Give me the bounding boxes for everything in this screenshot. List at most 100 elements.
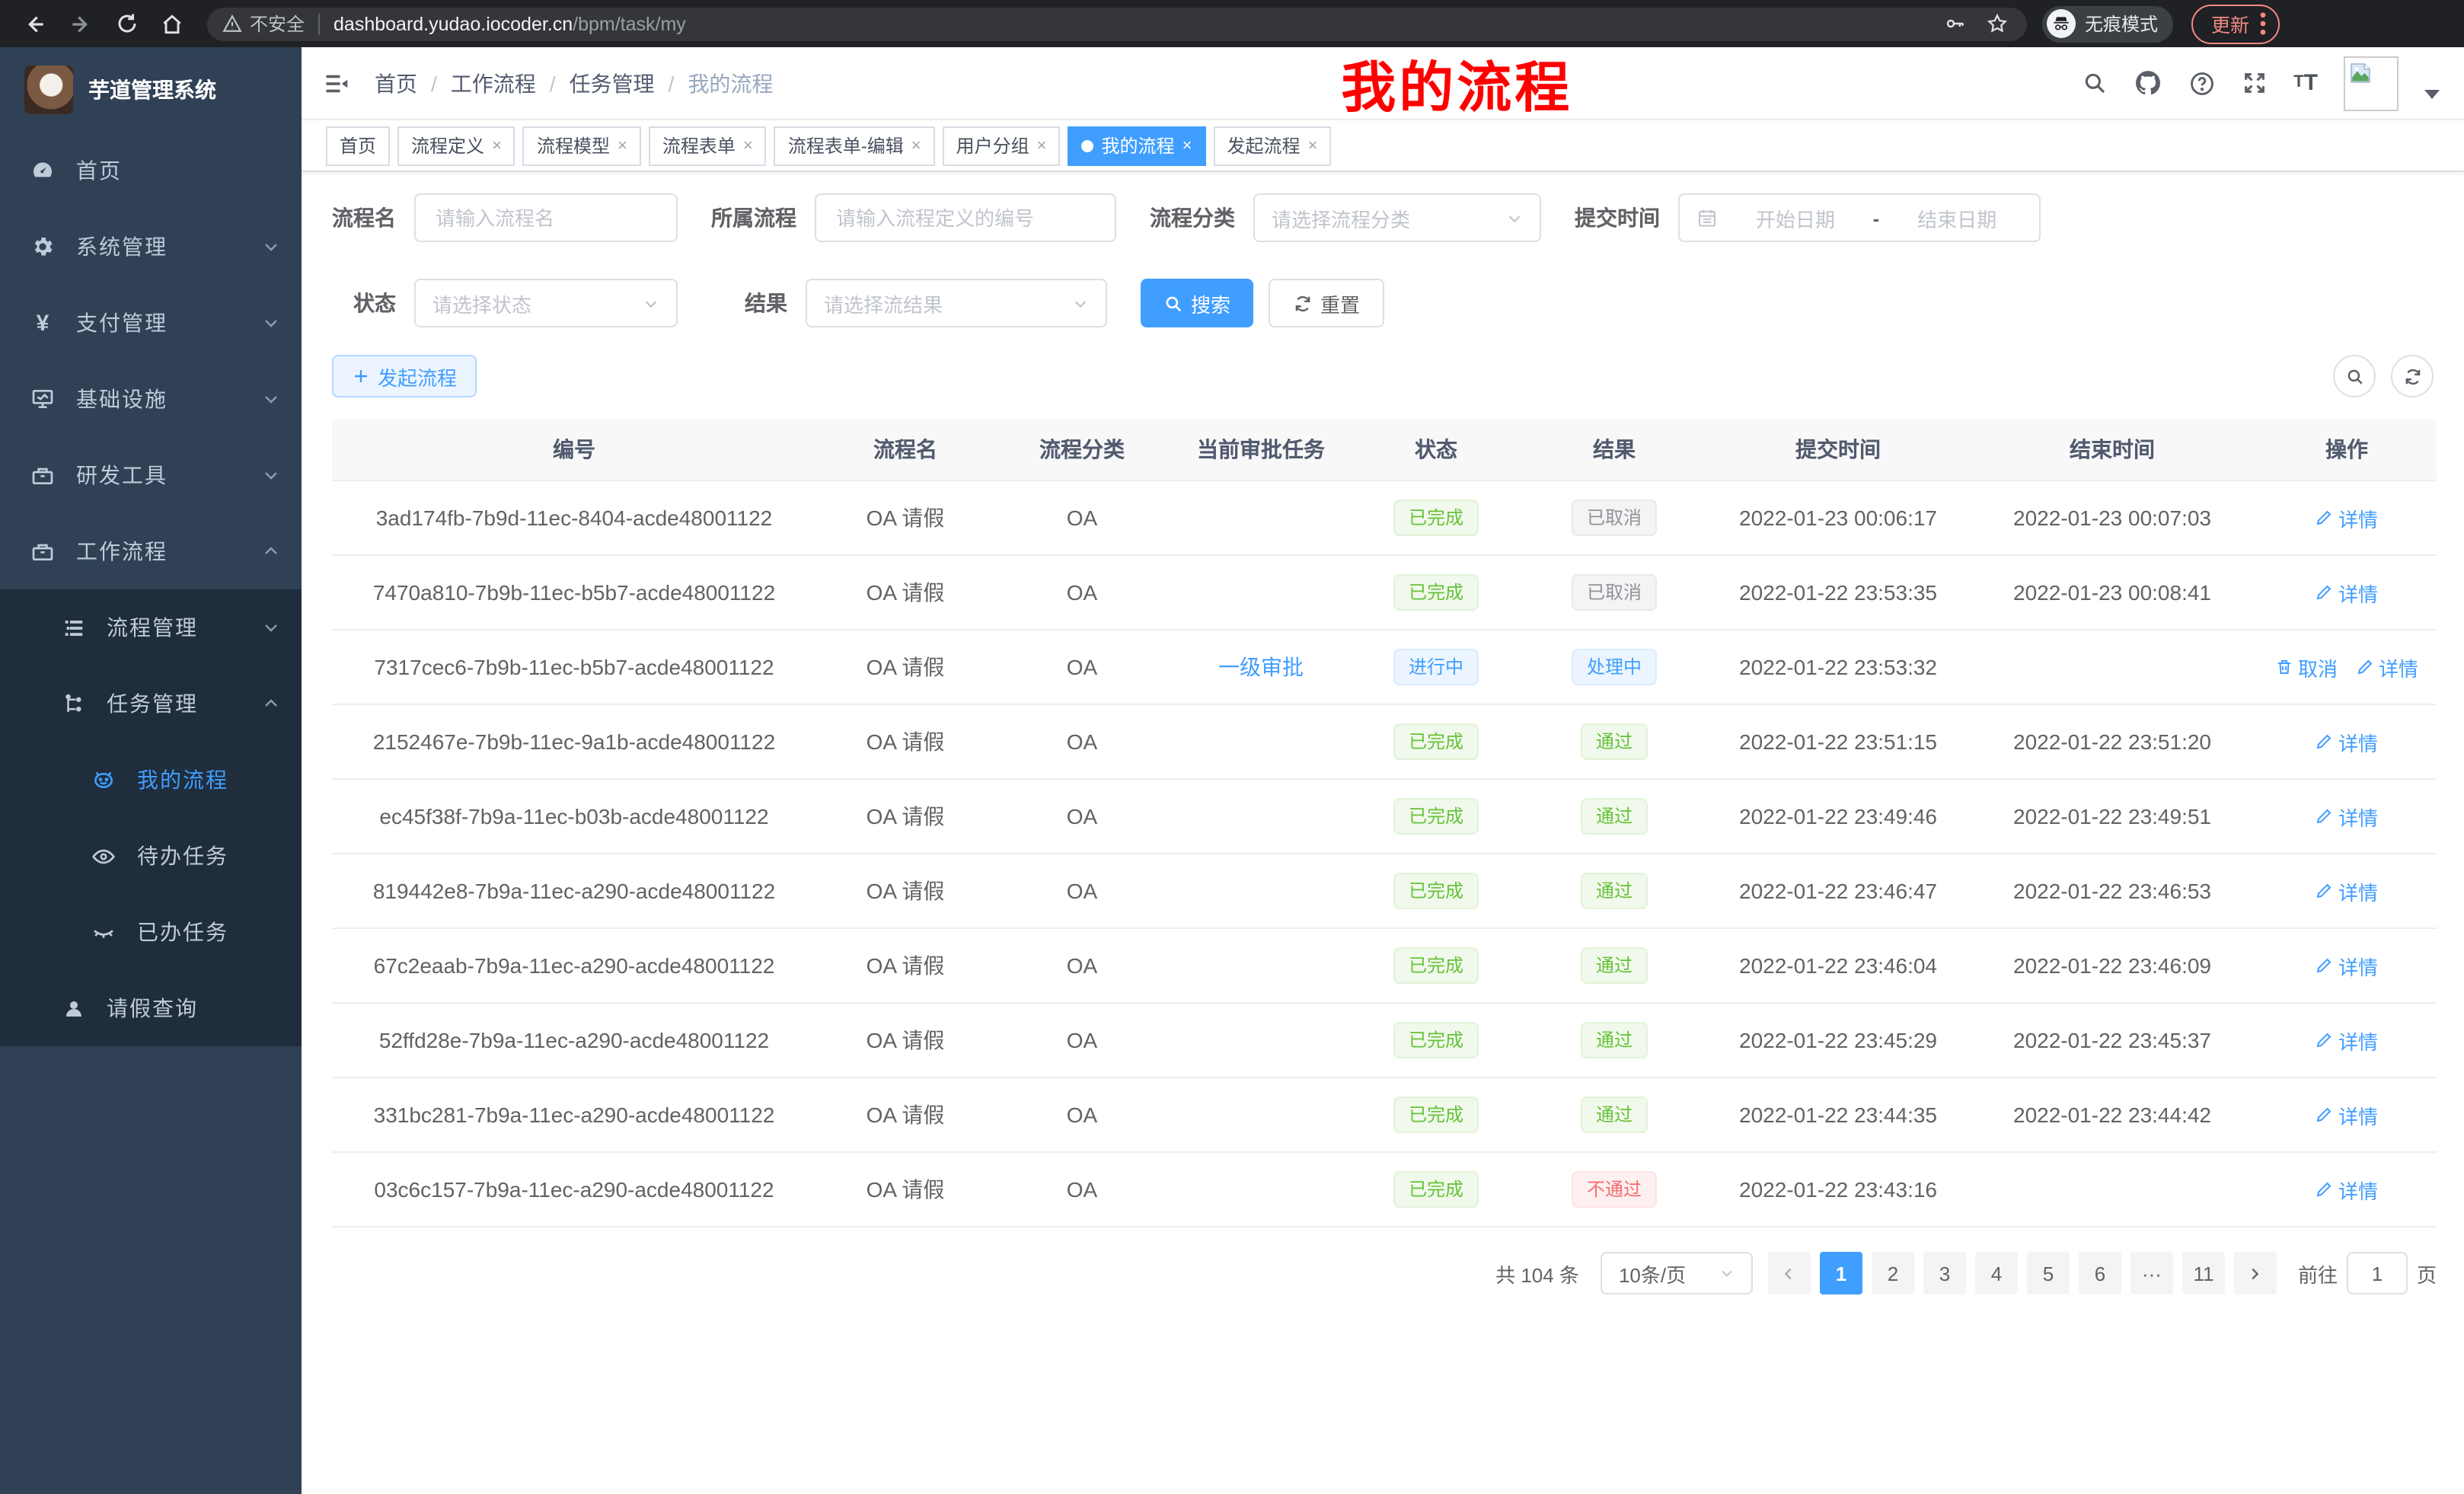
- close-icon[interactable]: ×: [492, 127, 502, 164]
- gear-icon: [30, 235, 55, 259]
- page-button-6[interactable]: 6: [2079, 1252, 2121, 1294]
- sidebar-item-devtools[interactable]: 研发工具: [0, 437, 302, 513]
- bookmark-star-icon[interactable]: [1981, 8, 2012, 39]
- url-bar[interactable]: 不安全 dashboard.yudao.iocoder.cn /bpm/task…: [207, 7, 2027, 40]
- sidebar-item-payment[interactable]: ¥ 支付管理: [0, 285, 302, 361]
- tab-process-form-edit[interactable]: 流程表单-编辑×: [774, 126, 935, 165]
- cell-id: 7470a810-7b9b-11ec-b5b7-acde48001122: [332, 555, 816, 630]
- close-icon[interactable]: ×: [1183, 127, 1192, 164]
- status-badge: 已完成: [1393, 500, 1479, 536]
- home-icon[interactable]: [152, 4, 192, 43]
- detail-link[interactable]: 详情: [2356, 653, 2418, 682]
- search-button[interactable]: 搜索: [1141, 279, 1253, 327]
- detail-link[interactable]: 详情: [2316, 578, 2378, 607]
- tab-start-process[interactable]: 发起流程×: [1213, 126, 1331, 165]
- app-logo-row[interactable]: 芋道管理系统: [0, 47, 302, 132]
- prev-page-button[interactable]: [1768, 1252, 1811, 1294]
- cell-id: 03c6c157-7b9a-11ec-a290-acde48001122: [332, 1152, 816, 1227]
- tab-process-definition[interactable]: 流程定义×: [397, 126, 515, 165]
- font-size-icon[interactable]: TT: [2293, 72, 2318, 94]
- close-icon[interactable]: ×: [618, 127, 627, 164]
- col-id: 编号: [332, 419, 816, 480]
- sidebar-item-workflow[interactable]: 工作流程: [0, 513, 302, 589]
- page-button-5[interactable]: 5: [2027, 1252, 2070, 1294]
- end-date-placeholder: 结束日期: [1891, 203, 2022, 232]
- sidebar-item-my-process[interactable]: 我的流程: [0, 742, 302, 818]
- table-search-button[interactable]: [2333, 355, 2376, 397]
- result-badge: 通过: [1581, 798, 1648, 835]
- submit-time-range[interactable]: 开始日期 - 结束日期: [1678, 193, 2041, 242]
- category-select[interactable]: 请选择流程分类: [1253, 193, 1541, 242]
- page-button-3[interactable]: 3: [1923, 1252, 1966, 1294]
- github-icon[interactable]: [2134, 69, 2162, 97]
- edit-icon: [2356, 658, 2374, 676]
- page-button-11[interactable]: 11: [2182, 1252, 2225, 1294]
- result-select[interactable]: 请选择流结果: [806, 279, 1107, 327]
- tab-process-model[interactable]: 流程模型×: [523, 126, 641, 165]
- detail-link[interactable]: 详情: [2316, 503, 2378, 532]
- sidebar-item-infra[interactable]: 基础设施: [0, 361, 302, 437]
- start-process-button[interactable]: 发起流程: [332, 355, 477, 397]
- sidebar-collapse-icon[interactable]: [323, 69, 350, 97]
- sidebar-item-home[interactable]: 首页: [0, 132, 302, 209]
- tab-user-group[interactable]: 用户分组×: [943, 126, 1061, 165]
- current-task-link[interactable]: 一级审批: [1218, 652, 1304, 682]
- detail-link[interactable]: 详情: [2316, 951, 2378, 980]
- chevron-down-icon: [262, 314, 280, 332]
- tab-process-form[interactable]: 流程表单×: [649, 126, 767, 165]
- detail-link[interactable]: 详情: [2316, 876, 2378, 905]
- detail-link[interactable]: 详情: [2316, 802, 2378, 831]
- help-icon[interactable]: [2188, 69, 2216, 97]
- page-more-button[interactable]: ···: [2130, 1252, 2173, 1294]
- eye-icon: [91, 844, 116, 868]
- table-row: 7317cec6-7b9b-11ec-b5b7-acde48001122 OA …: [332, 630, 2437, 704]
- next-page-button[interactable]: [2234, 1252, 2277, 1294]
- status-select[interactable]: 请选择状态: [414, 279, 678, 327]
- close-icon[interactable]: ×: [1307, 127, 1317, 164]
- page-button-1[interactable]: 1: [1820, 1252, 1862, 1294]
- list-tree-icon: [61, 615, 85, 640]
- reload-icon[interactable]: [107, 4, 146, 43]
- sidebar-item-leave-query[interactable]: 请假查询: [0, 970, 302, 1046]
- eye-closed-icon: [91, 920, 116, 944]
- tab-home[interactable]: 首页: [326, 126, 390, 165]
- result-badge: 通过: [1581, 1097, 1648, 1133]
- tab-my-process[interactable]: 我的流程×: [1068, 126, 1206, 165]
- detail-link[interactable]: 详情: [2316, 727, 2378, 756]
- update-label: 更新: [2211, 9, 2249, 38]
- search-icon[interactable]: [2082, 70, 2108, 96]
- detail-link[interactable]: 详情: [2316, 1175, 2378, 1204]
- table-refresh-button[interactable]: [2391, 355, 2434, 397]
- close-icon[interactable]: ×: [911, 127, 921, 164]
- sidebar-item-todo-tasks[interactable]: 待办任务: [0, 818, 302, 894]
- avatar-caret-icon[interactable]: [2424, 89, 2440, 98]
- page-size-select[interactable]: 10条/页: [1601, 1252, 1753, 1294]
- sidebar-item-system[interactable]: 系统管理: [0, 209, 302, 285]
- goto-page-input[interactable]: [2354, 1260, 2400, 1286]
- breadcrumb-home[interactable]: 首页: [375, 68, 417, 98]
- page-button-4[interactable]: 4: [1975, 1252, 2018, 1294]
- close-icon[interactable]: ×: [743, 127, 753, 164]
- sidebar-item-task-mgmt[interactable]: 任务管理: [0, 666, 302, 742]
- edit-icon: [2316, 1106, 2334, 1124]
- breadcrumb-workflow[interactable]: 工作流程: [451, 68, 536, 98]
- back-icon[interactable]: [15, 4, 55, 43]
- reset-button[interactable]: 重置: [1269, 279, 1384, 327]
- page-button-2[interactable]: 2: [1872, 1252, 1914, 1294]
- detail-link[interactable]: 详情: [2316, 1026, 2378, 1055]
- sidebar-item-process-mgmt[interactable]: 流程管理: [0, 589, 302, 666]
- owner-process-input[interactable]: [833, 205, 1098, 231]
- process-name-input[interactable]: [432, 205, 659, 231]
- result-badge: 通过: [1581, 947, 1648, 984]
- sidebar-item-done-tasks[interactable]: 已办任务: [0, 894, 302, 970]
- breadcrumb-task-mgmt[interactable]: 任务管理: [570, 68, 655, 98]
- category-label: 流程分类: [1150, 203, 1235, 233]
- fullscreen-icon[interactable]: [2242, 70, 2268, 96]
- avatar[interactable]: [2344, 56, 2399, 110]
- cancel-link[interactable]: 取消: [2275, 653, 2338, 682]
- update-button[interactable]: 更新: [2191, 4, 2280, 43]
- key-icon[interactable]: [1939, 8, 1969, 39]
- forward-icon[interactable]: [61, 4, 101, 43]
- close-icon[interactable]: ×: [1037, 127, 1047, 164]
- detail-link[interactable]: 详情: [2316, 1100, 2378, 1129]
